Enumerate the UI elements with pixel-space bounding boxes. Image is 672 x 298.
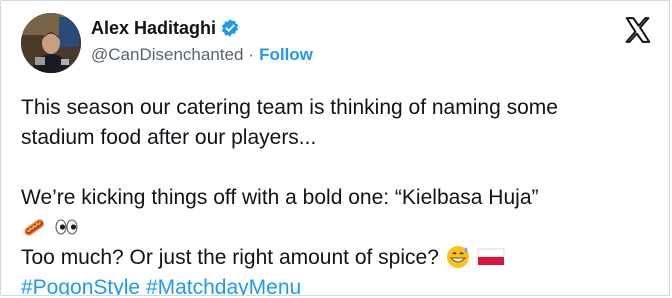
tweet-line-text: Too much? Or just the right amount of sp…	[21, 246, 439, 269]
hot-dog-emoji-icon	[21, 215, 47, 239]
flag-poland-emoji-icon	[477, 245, 504, 269]
hashtag-link[interactable]: #MatchdayMenu	[146, 276, 301, 295]
tweet-card: Alex Haditaghi @CanDisenchanted · Follow	[0, 0, 670, 296]
tweet-line: stadium food after our players...	[21, 126, 317, 149]
eyes-emoji-icon	[53, 215, 79, 239]
tweet-line: Too much? Or just the right amount of sp…	[21, 243, 655, 273]
hashtag-link[interactable]: #PogonStyle	[21, 276, 140, 295]
user-handle[interactable]: @CanDisenchanted	[91, 45, 243, 65]
separator-dot: ·	[248, 45, 255, 64]
hashtag-line: #PogonStyle #MatchdayMenu	[21, 273, 655, 295]
display-name[interactable]: Alex Haditaghi	[91, 18, 216, 39]
tweet-text: This season our catering team is thinkin…	[21, 93, 655, 295]
x-logo-icon[interactable]	[623, 15, 653, 45]
emoji-line	[21, 213, 655, 243]
avatar[interactable]	[21, 13, 81, 73]
tweet-header: Alex Haditaghi @CanDisenchanted · Follow	[17, 13, 653, 73]
author-block: Alex Haditaghi @CanDisenchanted · Follow	[91, 17, 313, 65]
handle-row: @CanDisenchanted · Follow	[91, 45, 313, 65]
paragraph-break	[21, 153, 655, 183]
follow-button[interactable]: Follow	[259, 45, 313, 65]
tweet-line: This season our catering team is thinkin…	[21, 96, 558, 119]
grinning-sweat-emoji-icon	[445, 245, 471, 269]
verified-badge-icon	[220, 18, 240, 38]
name-row: Alex Haditaghi	[91, 17, 313, 39]
tweet-line: We’re kicking things off with a bold one…	[21, 186, 539, 209]
